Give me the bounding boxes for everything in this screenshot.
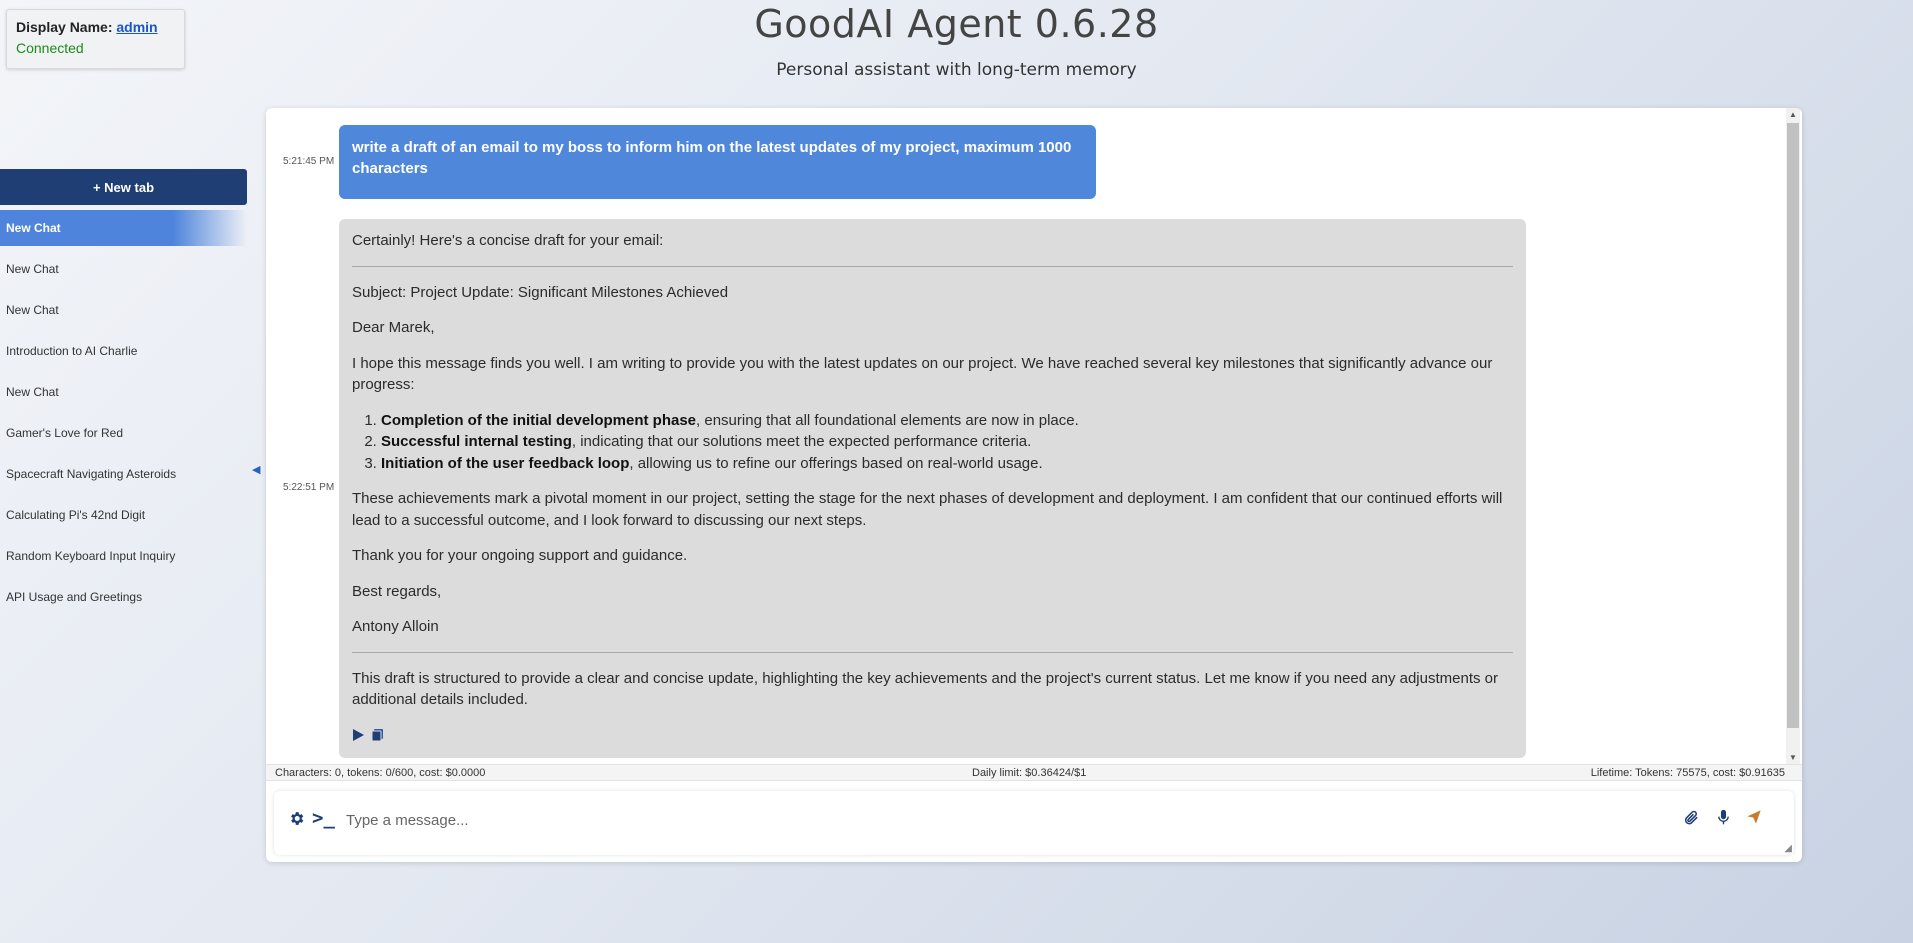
email-closing: Best regards,: [352, 582, 442, 600]
status-bar: Characters: 0, tokens: 0/600, cost: $0.0…: [266, 764, 1802, 781]
email-paragraph: Thank you for your ongoing support and g…: [352, 547, 688, 564]
assistant-message: Certainly! Here's a concise draft for yo…: [339, 219, 1526, 758]
email-paragraph: These achievements mark a pivotal moment…: [352, 490, 1503, 529]
gear-icon[interactable]: [288, 810, 305, 832]
chat-item[interactable]: New Chat: [0, 292, 247, 328]
scroll-up-icon[interactable]: ▲: [1786, 110, 1800, 119]
daily-limit: Daily limit: $0.36424/$1: [972, 767, 1087, 779]
message-actions: [352, 727, 384, 749]
chat-item[interactable]: Random Keyboard Input Inquiry: [0, 538, 247, 574]
email-paragraph: I hope this message finds you well. I am…: [352, 354, 1493, 394]
microphone-icon[interactable]: [1717, 809, 1730, 831]
message-input[interactable]: [344, 805, 1648, 835]
chat-item[interactable]: Gamer's Love for Red: [0, 415, 247, 451]
list-item: Initiation of the user feedback loop, al…: [381, 453, 1513, 475]
email-greeting: Dear Marek,: [352, 319, 435, 336]
message-composer: >_ ◢: [274, 791, 1794, 855]
user-message-timestamp: 5:21:45 PM: [283, 156, 335, 167]
assistant-outro: This draft is structured to provide a cl…: [352, 669, 1498, 709]
copy-icon[interactable]: [371, 727, 384, 749]
chat-item[interactable]: API Usage and Greetings: [0, 579, 247, 615]
assistant-intro: Certainly! Here's a concise draft for yo…: [352, 232, 664, 249]
chat-list: New Chat New Chat New Chat Introduction …: [0, 210, 247, 615]
resize-handle-icon[interactable]: ◢: [1784, 843, 1792, 854]
sidebar: + New tab New Chat New Chat New Chat Int…: [0, 169, 247, 620]
chat-item[interactable]: New Chat: [0, 374, 247, 410]
chat-panel: 5:21:45 PM write a draft of an email to …: [266, 108, 1802, 862]
assistant-message-timestamp: 5:22:51 PM: [283, 482, 335, 493]
scrollbar-thumb[interactable]: [1787, 123, 1799, 728]
user-message: write a draft of an email to my boss to …: [339, 125, 1096, 199]
collapse-sidebar-icon[interactable]: ◀: [252, 463, 260, 476]
chat-item[interactable]: New Chat: [0, 210, 247, 246]
chat-item[interactable]: Introduction to AI Charlie: [0, 333, 247, 369]
divider: [352, 265, 1513, 267]
divider: [352, 651, 1513, 653]
list-item: Completion of the initial development ph…: [381, 410, 1513, 432]
email-subject: Subject: Project Update: Significant Mil…: [352, 283, 729, 301]
app-title: GoodAI Agent 0.6.28: [754, 2, 1159, 46]
send-icon[interactable]: [1746, 809, 1762, 830]
chat-item[interactable]: New Chat: [0, 251, 247, 287]
message-list: 5:21:45 PM write a draft of an email to …: [266, 108, 1782, 764]
new-tab-button[interactable]: + New tab: [0, 169, 247, 205]
list-item: Successful internal testing, indicating …: [381, 431, 1513, 453]
chat-item[interactable]: Calculating Pi's 42nd Digit: [0, 497, 247, 533]
lifetime-usage: Lifetime: Tokens: 75575, cost: $0.91635: [1590, 767, 1785, 779]
character-token-count: Characters: 0, tokens: 0/600, cost: $0.0…: [275, 767, 486, 779]
milestone-list: Completion of the initial development ph…: [352, 410, 1513, 475]
email-signature: Antony Alloin: [352, 618, 439, 635]
terminal-icon[interactable]: >_: [312, 807, 335, 829]
message-scrollbar[interactable]: ▲ ▼: [1786, 108, 1800, 764]
app-subtitle: Personal assistant with long-term memory: [776, 60, 1137, 80]
scroll-down-icon[interactable]: ▼: [1786, 753, 1800, 762]
play-icon[interactable]: [352, 727, 365, 749]
paperclip-icon[interactable]: [1683, 809, 1700, 831]
chat-item[interactable]: Spacecraft Navigating Asteroids: [0, 456, 247, 492]
